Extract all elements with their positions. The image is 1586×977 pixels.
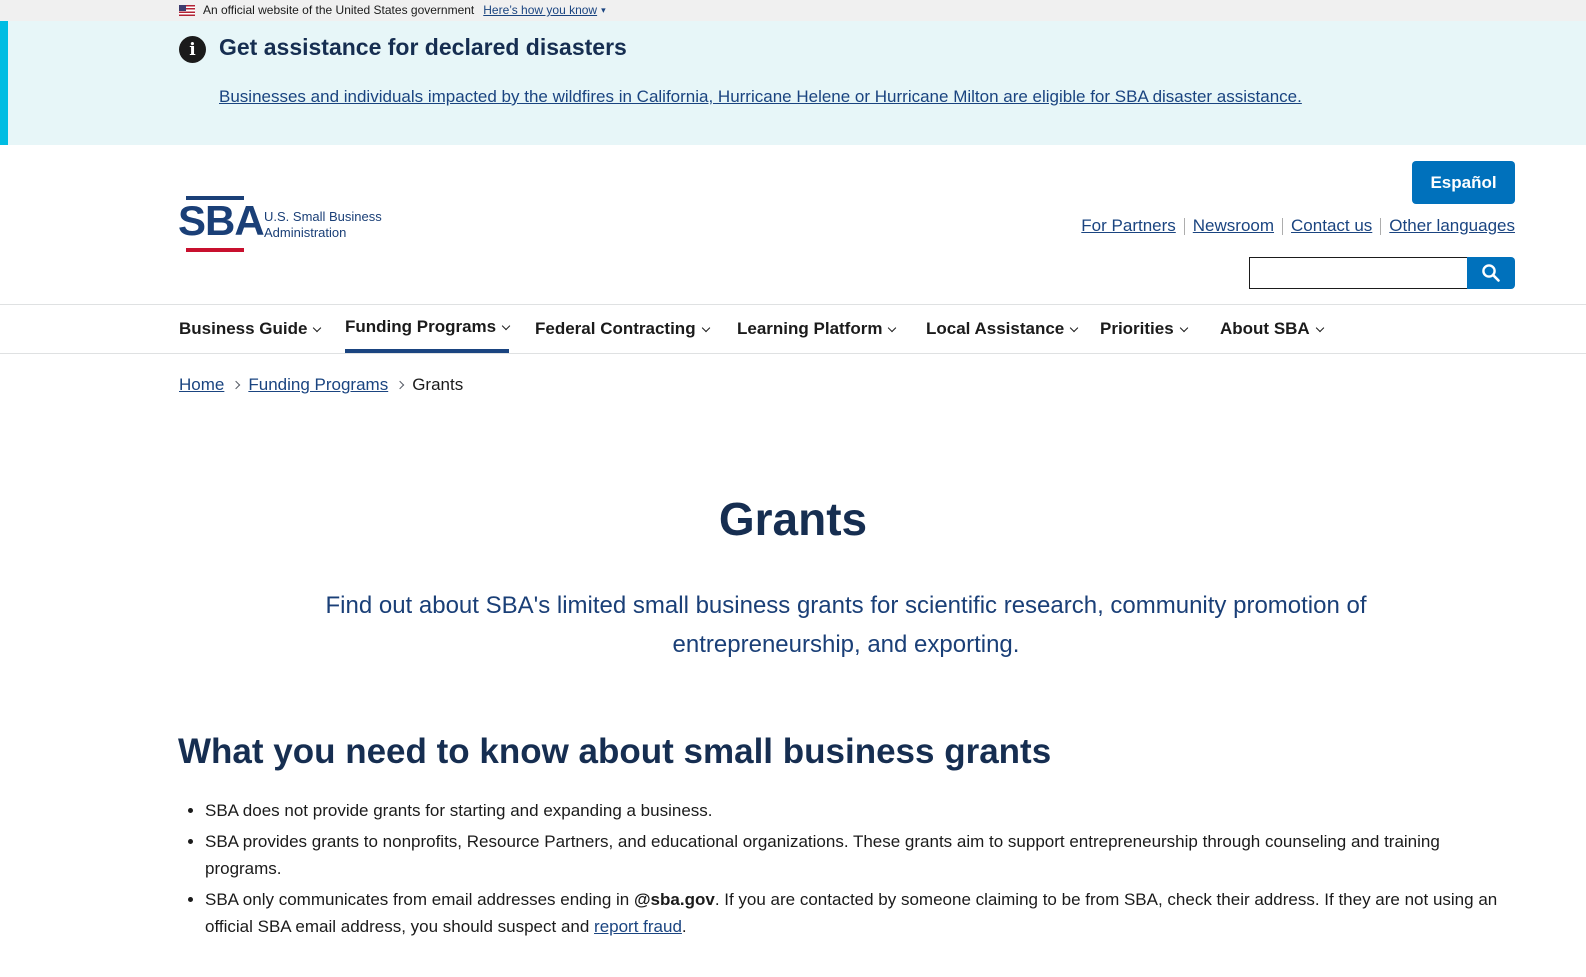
other-languages-link[interactable]: Other languages xyxy=(1389,216,1515,236)
contact-us-link[interactable]: Contact us xyxy=(1291,216,1372,236)
nav-label: Learning Platform xyxy=(737,319,883,338)
nav-federal-contracting[interactable]: Federal Contracting xyxy=(535,305,710,353)
disaster-alert: i Get assistance for declared disasters … xyxy=(0,21,1586,145)
page-intro: Find out about SBA's limited small busin… xyxy=(325,592,1367,658)
list-item: SBA does not provide grants for starting… xyxy=(205,797,1505,824)
breadcrumb-current: Grants xyxy=(412,375,464,394)
nav-label: Priorities xyxy=(1100,319,1174,338)
page-title: Grants xyxy=(718,493,868,545)
logo-letters: SBA xyxy=(178,197,265,244)
nav-label: About SBA xyxy=(1220,319,1310,338)
nav-funding-programs[interactable]: Funding Programs xyxy=(345,305,511,353)
breadcrumb: Home Funding Programs Grants xyxy=(179,375,463,395)
chevron-down-icon xyxy=(888,323,897,332)
chevron-down-icon[interactable]: ▾ xyxy=(601,5,606,16)
nav-about-sba[interactable]: About SBA xyxy=(1220,305,1324,353)
chevron-down-icon xyxy=(701,323,710,332)
logo-text: U.S. Small Business Administration xyxy=(264,209,382,241)
list-item: SBA provides grants to nonprofits, Resou… xyxy=(205,828,1505,882)
espanol-button[interactable]: Español xyxy=(1412,161,1515,204)
divider xyxy=(1380,217,1382,235)
chevron-down-icon xyxy=(313,323,322,332)
logo-bottom-bar xyxy=(186,248,244,252)
logo-line-1: U.S. Small Business xyxy=(264,209,382,224)
breadcrumb-home-link[interactable]: Home xyxy=(179,375,224,395)
chevron-right-icon xyxy=(395,380,405,390)
breadcrumb-funding-programs-link[interactable]: Funding Programs xyxy=(248,375,388,395)
primary-nav: Business Guide Funding Programs Federal … xyxy=(0,304,1586,354)
sba-email-domain: @sba.gov xyxy=(633,890,715,909)
nav-priorities[interactable]: Priorities xyxy=(1100,305,1188,353)
grants-facts-list: SBA does not provide grants for starting… xyxy=(205,797,1505,944)
alert-title: Get assistance for declared disasters xyxy=(219,34,627,60)
chevron-down-icon xyxy=(501,321,511,330)
heres-how-you-know-link[interactable]: Here’s how you know xyxy=(483,3,597,17)
divider xyxy=(1282,217,1284,235)
nav-label: Federal Contracting xyxy=(535,319,696,338)
chevron-down-icon xyxy=(1070,323,1079,332)
chevron-right-icon xyxy=(232,380,241,390)
nav-learning-platform[interactable]: Learning Platform xyxy=(737,305,897,353)
bullet-text: SBA only communicates from email address… xyxy=(205,890,634,909)
report-fraud-link[interactable]: report fraud xyxy=(594,917,682,936)
utility-links: For Partners Newsroom Contact us Other l… xyxy=(1081,216,1515,236)
section-title: What you need to know about small busine… xyxy=(178,732,1052,771)
nav-label: Business Guide xyxy=(179,319,308,338)
search-icon xyxy=(1482,264,1500,282)
newsroom-link[interactable]: Newsroom xyxy=(1193,216,1274,236)
search-input[interactable] xyxy=(1249,257,1467,289)
disaster-assistance-link[interactable]: Businesses and individuals impacted by t… xyxy=(219,87,1302,107)
logo-line-2: Administration xyxy=(264,225,347,240)
search-form xyxy=(1249,257,1515,289)
search-button[interactable] xyxy=(1467,257,1515,289)
nav-business-guide[interactable]: Business Guide xyxy=(179,305,322,353)
bullet-text: . xyxy=(681,917,687,936)
chevron-down-icon xyxy=(1315,323,1324,332)
info-icon: i xyxy=(179,36,206,63)
list-item: SBA only communicates from email address… xyxy=(205,886,1505,940)
for-partners-link[interactable]: For Partners xyxy=(1081,216,1175,236)
sba-logo-mark: SBA xyxy=(178,196,265,254)
sba-logo[interactable]: SBA U.S. Small Business Administration xyxy=(178,196,382,254)
gov-banner: An official website of the United States… xyxy=(0,0,1586,21)
nav-label: Local Assistance xyxy=(926,319,1065,338)
us-flag-icon xyxy=(179,4,195,16)
divider xyxy=(1183,217,1185,235)
nav-local-assistance[interactable]: Local Assistance xyxy=(926,305,1079,353)
gov-banner-text: An official website of the United States… xyxy=(203,3,475,17)
nav-label: Funding Programs xyxy=(345,317,497,336)
chevron-down-icon xyxy=(1179,323,1188,332)
